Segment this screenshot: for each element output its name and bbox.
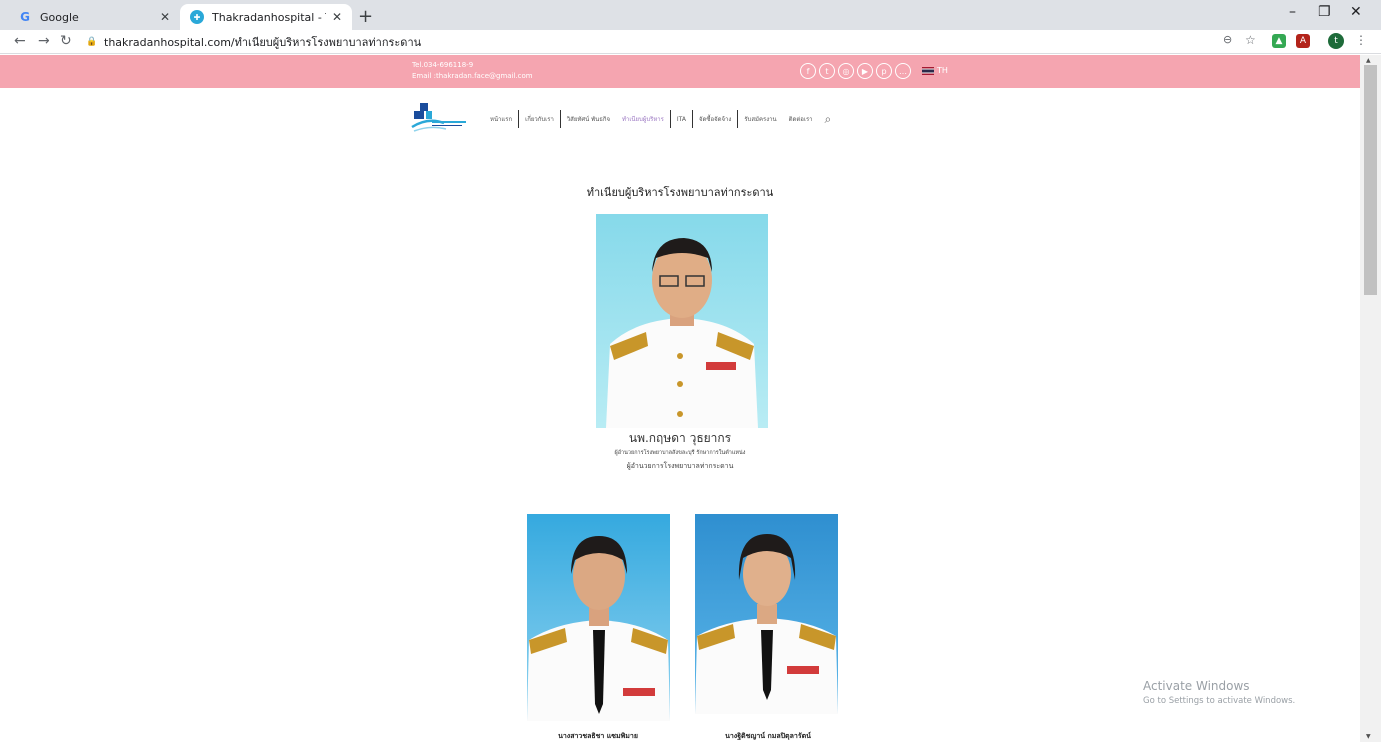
nav-procurement[interactable]: จัดซื้อจัดจ้าง [693,110,739,128]
watermark-subtitle: Go to Settings to activate Windows. [1143,696,1296,706]
tab-thakradan[interactable]: ✚ Thakradanhospital - Thakradanh ✕ [180,4,352,30]
url-text: thakradanhospital.com/ทำเนียบผู้บริหารโร… [104,36,422,49]
new-tab-icon[interactable]: + [358,6,373,27]
extension-icon[interactable]: ▲ [1272,34,1286,48]
instagram-icon[interactable]: ◎ [838,63,854,79]
language-switcher[interactable]: TH [922,66,948,75]
nav-contact[interactable]: ติดต่อเรา [783,110,819,128]
profile-avatar[interactable]: t [1328,33,1344,49]
director-name: นพ.กฤษดา วุธยากร [628,431,732,445]
scroll-up-icon[interactable]: ▲ [1366,57,1371,64]
tab-title: Google [40,10,79,24]
pinterest-icon[interactable]: p [876,63,892,79]
browser-toolbar: ← → ↻ 🔒 thakradanhospital.com/ทำเนียบผู้… [0,30,1381,54]
zoom-icon[interactable]: ⊖ [1223,33,1232,46]
lock-icon: 🔒 [86,37,98,47]
google-g-icon: G [20,10,30,24]
deputy-name-2: นางฐิติชญาน์ กมลปิตุลารัตน์ [725,731,811,740]
nav-ita[interactable]: ITA [671,110,693,128]
site-nav: หน้าแรก เกี่ยวกับเรา วิสัยทัศน์ พันธกิจ … [410,100,831,138]
reload-icon[interactable]: ↻ [60,33,72,49]
page-scrollbar[interactable]: ▲ ▼ [1360,55,1381,742]
nav-about[interactable]: เกี่ยวกับเรา [518,110,561,128]
watermark-title: Activate Windows [1143,679,1250,693]
social-links: f t ◎ ▶ p … [800,63,911,79]
director-acting-note: ผู้อำนวยการโรงพยาบาลสังขละบุรี รักษาการใ… [614,450,746,456]
youtube-icon[interactable]: ▶ [857,63,873,79]
activate-windows-watermark: Activate Windows Go to Settings to activ… [1143,679,1295,706]
line-icon[interactable]: … [895,63,911,79]
page-title: ทำเนียบผู้บริหารโรงพยาบาลท่ากระดาน [586,186,774,199]
twitter-icon[interactable]: t [819,63,835,79]
nav-executives[interactable]: ทำเนียบผู้บริหาร [616,110,671,128]
nav-home[interactable]: หน้าแรก [484,110,518,128]
browser-tabstrip: G Google ✕ ✚ Thakradanhospital - Thakrad… [0,0,1381,30]
deputy-photo-2 [695,514,838,714]
contact-info: Tel.034-696118-9 Email :thakradan.face@g… [412,60,533,82]
nav-jobs[interactable]: รับสมัครงาน [738,110,782,128]
hospital-logo[interactable] [410,101,468,137]
back-icon[interactable]: ← [14,33,26,49]
scroll-thumb[interactable] [1364,65,1377,295]
menu-icon[interactable]: ⋮ [1355,33,1367,47]
deputy-name-1: นางสาวชลธิชา แซมพิมาย [558,731,638,740]
window-close-icon[interactable]: ✕ [1350,4,1362,20]
address-bar[interactable]: 🔒 thakradanhospital.com/ทำเนียบผู้บริหาร… [86,32,1246,52]
pdf-extension-icon[interactable]: A [1296,34,1310,48]
director-position: ผู้อำนวยการโรงพยาบาลท่ากระดาน [626,462,734,470]
deputy-photo-1 [527,514,670,721]
restore-icon[interactable]: ❐ [1318,4,1331,20]
email-text[interactable]: Email :thakradan.face@gmail.com [412,71,533,82]
tab-close-icon[interactable]: ✕ [332,10,342,24]
tab-title: Thakradanhospital - Thakradanh [212,10,326,24]
tab-google[interactable]: G Google ✕ [8,4,180,30]
scroll-down-icon[interactable]: ▼ [1366,733,1371,740]
nav-vision[interactable]: วิสัยทัศน์ พันธกิจ [561,110,616,128]
tab-close-icon[interactable]: ✕ [160,10,170,24]
minimize-icon[interactable]: – [1289,4,1296,20]
site-favicon-icon: ✚ [190,10,204,24]
forward-icon[interactable]: → [38,33,50,49]
site-topbar: Tel.034-696118-9 Email :thakradan.face@g… [0,55,1360,88]
facebook-icon[interactable]: f [800,63,816,79]
bookmark-star-icon[interactable]: ☆ [1245,33,1256,47]
tel-text: Tel.034-696118-9 [412,61,474,69]
director-photo [596,214,768,428]
search-icon[interactable]: ⌕ [825,112,832,127]
thai-flag-icon [922,66,934,75]
